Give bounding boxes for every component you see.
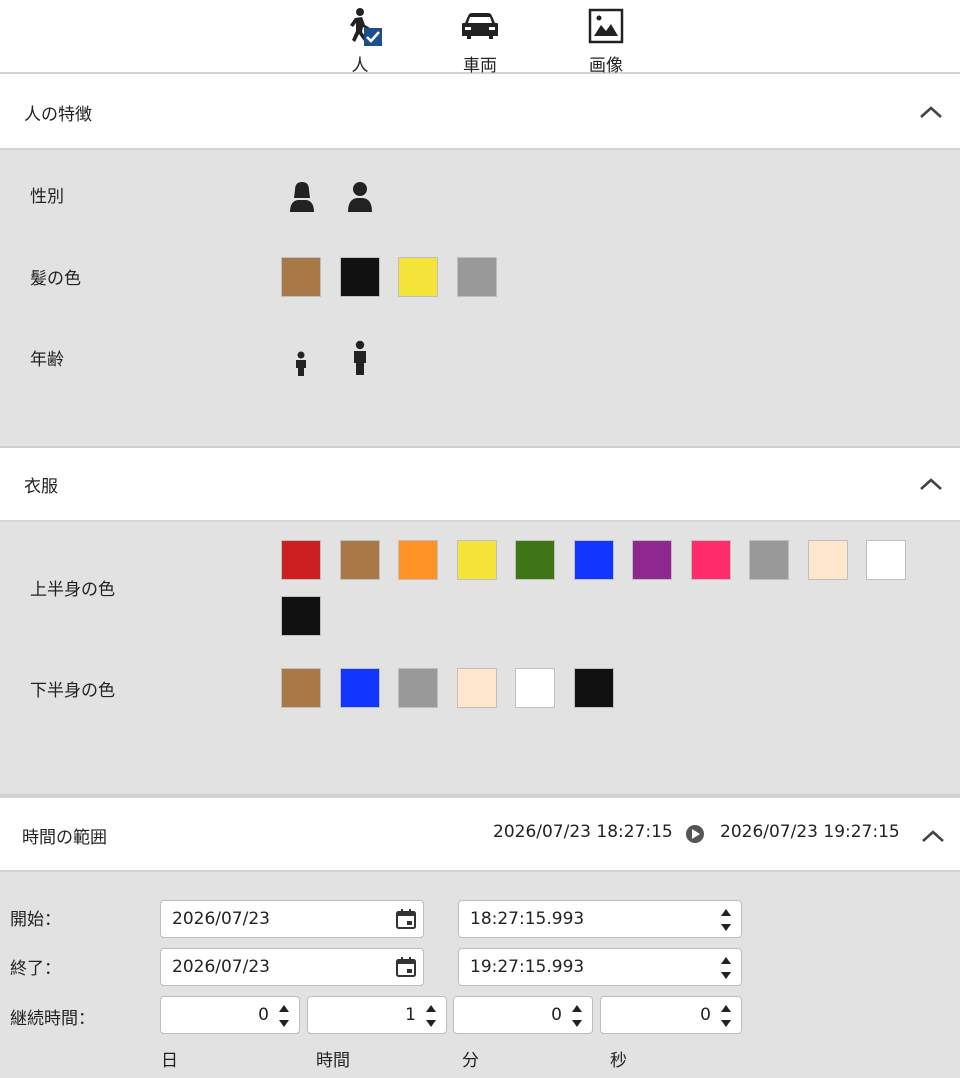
lower-body-color-label: 下半身の色 xyxy=(30,681,115,701)
car-icon xyxy=(440,6,520,46)
upper-body-color-swatch[interactable] xyxy=(866,540,906,580)
upper-body-color-swatch[interactable] xyxy=(281,540,321,580)
person-features-header[interactable]: 人の特徴 xyxy=(0,74,960,150)
end-date-value: 2026/07/23 xyxy=(172,957,270,977)
duration-days-value: 0 xyxy=(258,1005,269,1025)
lower-body-color-swatch[interactable] xyxy=(398,668,438,708)
upper-body-color-swatch[interactable] xyxy=(807,540,848,580)
spinner-icon[interactable] xyxy=(570,1001,584,1031)
start-time-value: 18:27:15.993 xyxy=(470,909,585,929)
upper-body-color-swatch[interactable] xyxy=(573,540,614,580)
upper-body-color-swatch[interactable] xyxy=(456,540,497,580)
time-range-title: 時間の範囲 xyxy=(22,828,107,848)
lower-body-color-swatch[interactable] xyxy=(515,668,555,708)
spinner-icon[interactable] xyxy=(424,1001,438,1031)
adult-icon[interactable] xyxy=(350,340,370,378)
clothing-title: 衣服 xyxy=(24,477,58,497)
upper-body-color-swatch[interactable] xyxy=(339,540,380,580)
image-icon xyxy=(566,6,646,46)
child-icon[interactable] xyxy=(293,350,309,378)
chevron-up-icon[interactable] xyxy=(920,828,946,844)
hair-color-label: 髪の色 xyxy=(30,269,81,289)
spinner-icon[interactable] xyxy=(719,953,733,983)
range-end-text: 2026/07/23 19:27:15 xyxy=(720,822,900,842)
calendar-icon[interactable] xyxy=(395,956,417,978)
upper-body-color-swatch[interactable] xyxy=(749,540,789,580)
upper-body-color-swatch[interactable] xyxy=(398,540,438,580)
tab-person[interactable]: 人 xyxy=(320,4,400,76)
running-person-check-icon xyxy=(320,6,400,46)
duration-seconds-field[interactable]: 0 xyxy=(600,996,742,1034)
unit-seconds: 秒 xyxy=(610,1051,627,1071)
tab-person-label: 人 xyxy=(351,56,369,76)
end-label: 終了： xyxy=(10,959,61,979)
hair-color-swatch[interactable] xyxy=(398,257,438,297)
age-label: 年齢 xyxy=(30,350,64,370)
unit-days: 日 xyxy=(161,1051,178,1071)
clothing-header[interactable]: 衣服 xyxy=(0,448,960,522)
lower-body-color-swatch[interactable] xyxy=(281,668,321,708)
upper-body-color-swatch[interactable] xyxy=(281,596,321,636)
duration-hours-value: 1 xyxy=(405,1005,416,1025)
duration-hours-field[interactable]: 1 xyxy=(307,996,447,1034)
end-time-value: 19:27:15.993 xyxy=(470,957,585,977)
duration-days-field[interactable]: 0 xyxy=(160,996,300,1034)
start-label: 開始： xyxy=(10,910,61,930)
hair-color-swatch[interactable] xyxy=(281,257,321,297)
tab-image-label: 画像 xyxy=(589,56,623,76)
person-features-title: 人の特徴 xyxy=(24,105,92,125)
spinner-icon[interactable] xyxy=(719,1001,733,1031)
gender-label: 性別 xyxy=(30,187,64,207)
category-tabs: 人 車両 画像 xyxy=(0,0,960,76)
arrow-right-icon xyxy=(686,825,704,843)
spinner-icon[interactable] xyxy=(719,905,733,935)
chevron-up-icon[interactable] xyxy=(918,476,944,492)
female-icon[interactable] xyxy=(286,178,318,214)
lower-body-color-swatch[interactable] xyxy=(339,668,380,708)
calendar-icon[interactable] xyxy=(395,908,417,930)
hair-color-swatch[interactable] xyxy=(456,257,497,297)
time-range-panel: 開始： 2026/07/23 18:27:15.993 終了： 2026/07/… xyxy=(0,872,960,1078)
start-date-field[interactable]: 2026/07/23 xyxy=(160,900,424,938)
start-date-value: 2026/07/23 xyxy=(172,909,270,929)
duration-minutes-field[interactable]: 0 xyxy=(453,996,593,1034)
clothing-panel: 上半身の色 下半身の色 xyxy=(0,522,960,796)
end-date-field[interactable]: 2026/07/23 xyxy=(160,948,424,986)
upper-body-color-swatch[interactable] xyxy=(690,540,731,580)
lower-body-color-swatch[interactable] xyxy=(573,668,614,708)
end-time-field[interactable]: 19:27:15.993 xyxy=(458,948,742,986)
tab-vehicle[interactable]: 車両 xyxy=(440,4,520,76)
duration-minutes-value: 0 xyxy=(551,1005,562,1025)
person-features-panel: 性別 髪の色 年齢 xyxy=(0,150,960,448)
chevron-up-icon[interactable] xyxy=(918,104,944,120)
duration-seconds-value: 0 xyxy=(700,1005,711,1025)
start-time-field[interactable]: 18:27:15.993 xyxy=(458,900,742,938)
upper-body-color-swatch[interactable] xyxy=(632,540,672,580)
tab-image[interactable]: 画像 xyxy=(566,4,646,76)
upper-body-color-swatch[interactable] xyxy=(515,540,555,580)
unit-minutes: 分 xyxy=(462,1051,479,1071)
upper-body-color-label: 上半身の色 xyxy=(30,580,115,600)
lower-body-color-swatch[interactable] xyxy=(456,668,497,708)
male-icon[interactable] xyxy=(344,178,376,214)
range-start-text: 2026/07/23 18:27:15 xyxy=(493,822,673,842)
spinner-icon[interactable] xyxy=(277,1001,291,1031)
duration-label: 継続時間： xyxy=(10,1009,95,1029)
unit-hours: 時間 xyxy=(316,1051,350,1071)
tab-vehicle-label: 車両 xyxy=(463,56,497,76)
hair-color-swatch[interactable] xyxy=(339,257,380,297)
